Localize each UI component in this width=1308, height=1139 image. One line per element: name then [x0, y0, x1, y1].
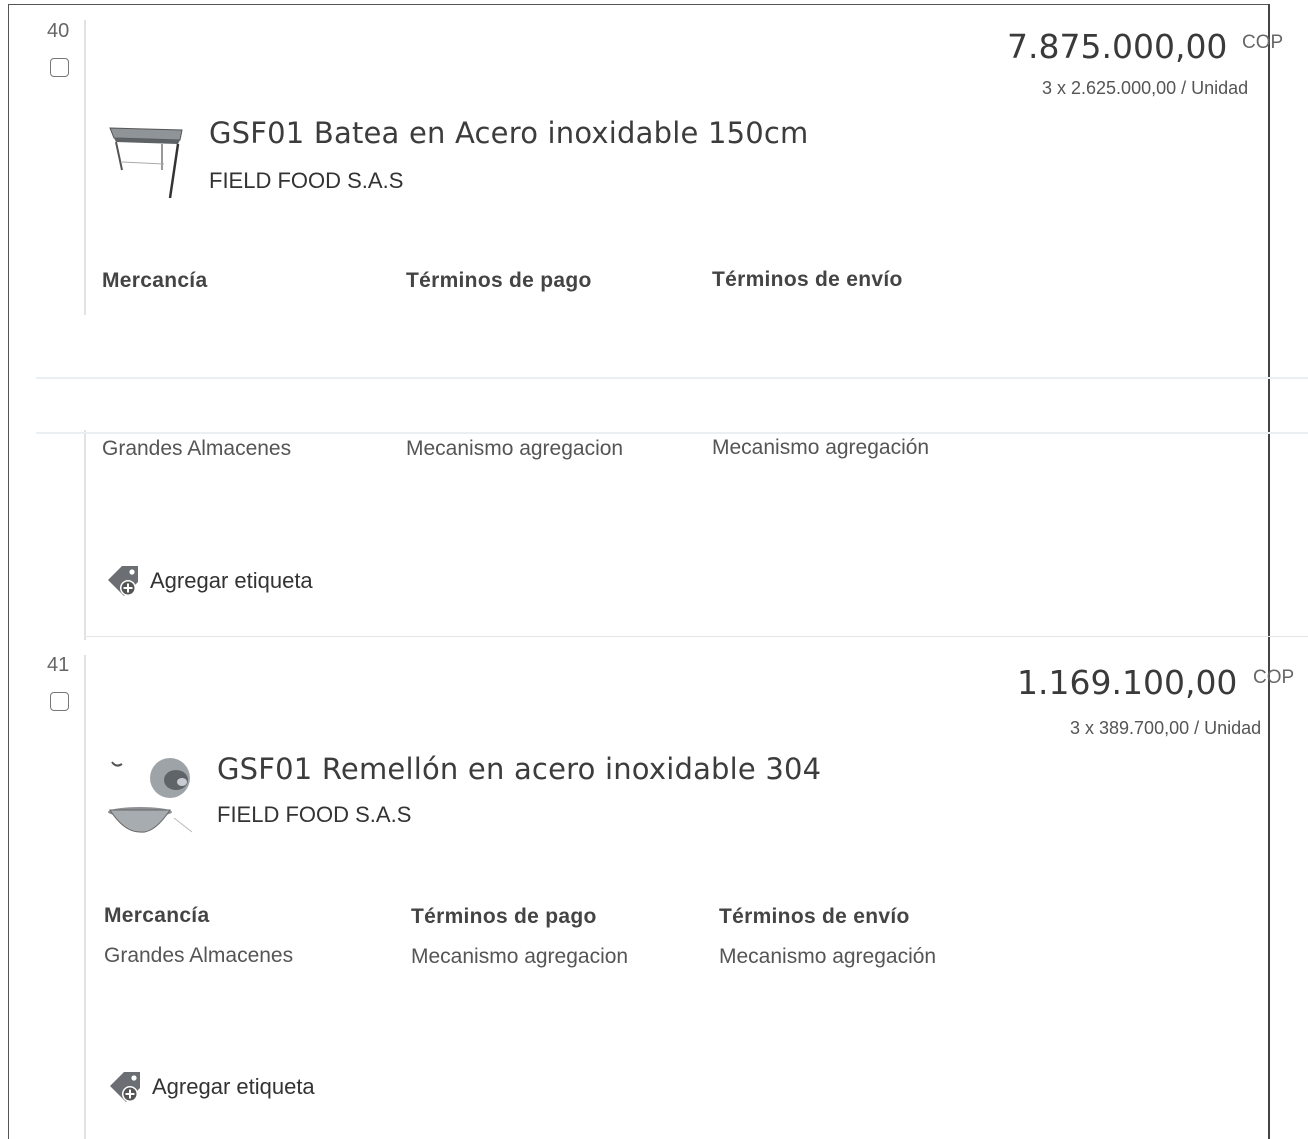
add-tag-button[interactable]: Agregar etiqueta	[108, 1068, 315, 1106]
item-divider	[84, 20, 86, 315]
stainless-bowl-icon	[108, 758, 193, 833]
value-merchandise: Grandes Almacenes	[102, 437, 292, 460]
row-separator	[84, 636, 1308, 637]
currency: COP	[1253, 667, 1295, 688]
add-tag-button[interactable]: Agregar etiqueta	[106, 562, 313, 600]
item-divider	[84, 655, 86, 1139]
item-divider	[84, 430, 86, 640]
product-thumbnail[interactable]	[104, 748, 200, 843]
value-merchandise: Grandes Almacenes	[104, 944, 294, 967]
item-number: 41	[47, 654, 70, 676]
vendor-name: FIELD FOOD S.A.S	[209, 168, 404, 193]
scan-line	[36, 377, 1308, 379]
total-price: 1.169.100,00	[1017, 663, 1238, 702]
product-thumbnail[interactable]	[106, 118, 188, 209]
add-tag-icon	[110, 1072, 140, 1102]
unit-price: 3 x 2.625.000,00 / Unidad	[1042, 78, 1249, 98]
frame-border-right	[1268, 4, 1270, 1139]
total-price: 7.875.000,00	[1007, 27, 1228, 66]
product-title[interactable]: GSF01 Remellón en acero inoxidable 304	[217, 752, 821, 786]
product-title[interactable]: GSF01 Batea en Acero inoxidable 150cm	[209, 116, 809, 150]
label-merchandise: Mercancía	[102, 269, 208, 292]
value-payment-terms: Mecanismo agregacion	[411, 945, 629, 968]
frame-border-top	[8, 4, 1270, 5]
label-shipping-terms: Términos de envío	[712, 268, 903, 291]
add-tag-icon	[108, 566, 138, 596]
value-shipping-terms: Mecanismo agregación	[712, 436, 930, 459]
currency: COP	[1242, 32, 1284, 53]
label-payment-terms: Términos de pago	[411, 905, 597, 928]
stainless-table-icon	[109, 127, 183, 199]
unit-price: 3 x 389.700,00 / Unidad	[1070, 718, 1262, 738]
scan-line	[36, 432, 1308, 434]
vendor-name: FIELD FOOD S.A.S	[217, 802, 412, 827]
add-tag-label: Agregar etiqueta	[152, 1074, 315, 1099]
add-tag-label: Agregar etiqueta	[150, 568, 313, 593]
label-payment-terms: Términos de pago	[406, 269, 592, 292]
label-merchandise: Mercancía	[104, 904, 210, 927]
label-shipping-terms: Términos de envío	[719, 905, 910, 928]
frame-border-left	[8, 4, 9, 1139]
item-number: 40	[47, 20, 70, 42]
item-checkbox[interactable]	[50, 692, 69, 711]
value-payment-terms: Mecanismo agregacion	[406, 437, 624, 460]
item-checkbox[interactable]	[50, 58, 69, 77]
value-shipping-terms: Mecanismo agregación	[719, 945, 937, 968]
